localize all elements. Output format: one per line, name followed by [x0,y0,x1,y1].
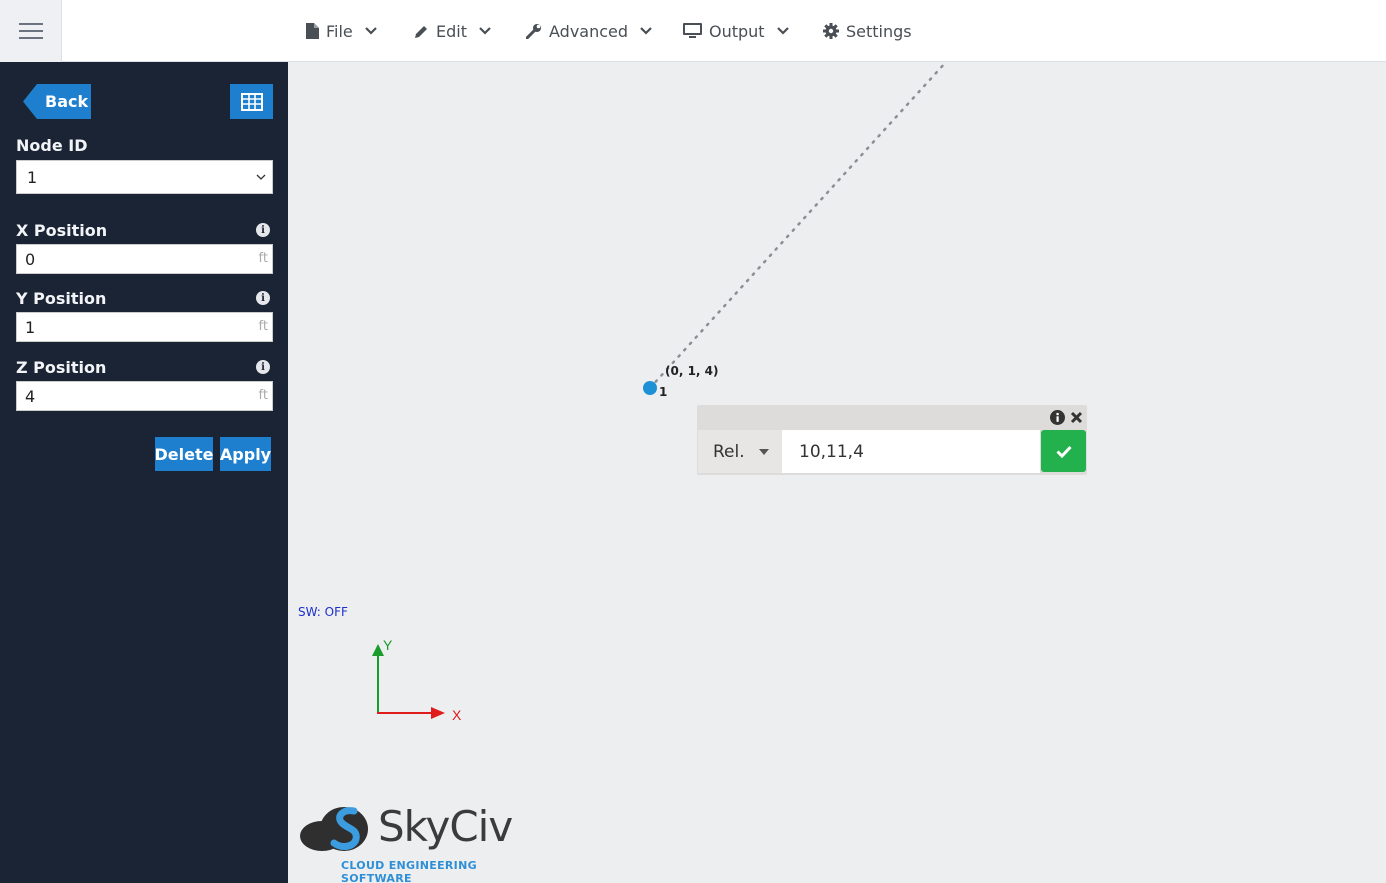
chevron-down-icon [365,27,377,35]
z-position-input[interactable]: 4 ft [16,381,273,411]
advanced-menu[interactable]: Advanced [526,0,652,62]
y-position-label: Y Position [16,289,107,308]
info-icon[interactable]: i [256,223,270,237]
cloud-logo-icon [300,807,368,851]
skyciv-logo: SkyCiv CLOUD ENGINEERING SOFTWARE [298,800,528,883]
coordinate-input-value: 10,11,4 [799,441,864,462]
settings-menu[interactable]: Settings [823,0,912,62]
apply-button[interactable]: Apply [220,437,271,471]
wrench-icon [526,24,541,39]
info-icon[interactable] [1050,410,1065,425]
unit-label: ft [258,251,268,266]
edit-menu-label: Edit [436,21,467,41]
coordinate-input[interactable]: 10,11,4 [782,430,1040,473]
chevron-down-icon [640,27,652,35]
unit-label: ft [258,388,268,403]
y-position-input[interactable]: 1 ft [16,312,273,342]
node-editor-sidebar: Back Node ID 1 X Position i 0 ft Y Posit… [0,62,288,883]
info-icon[interactable]: i [256,360,270,374]
relative-mode-select[interactable]: Rel. [698,430,782,473]
coordinate-entry-popup: Rel. 10,11,4 [697,405,1087,475]
monitor-icon [683,23,702,38]
z-position-label: Z Position [16,358,107,377]
file-menu-label: File [326,21,353,41]
node-id-label: 1 [659,385,668,399]
file-icon [306,23,319,39]
relative-mode-value: Rel. [713,441,745,462]
chevron-down-icon [776,27,789,35]
confirm-button[interactable] [1041,430,1086,472]
node-id-value: 1 [27,167,38,187]
advanced-menu-label: Advanced [549,21,629,41]
top-bar: File Edit Advanced Output Settings [0,0,1386,62]
x-position-value: 0 [25,249,36,269]
info-icon[interactable]: i [256,291,270,305]
logo-name: SkyCiv [378,802,513,851]
checkmark-icon [1055,445,1072,458]
node-id-label: Node ID [16,136,88,155]
logo-tagline: CLOUD ENGINEERING SOFTWARE [341,859,477,883]
node-marker [643,381,657,395]
gear-icon [823,23,839,39]
edit-menu[interactable]: Edit [414,0,491,62]
node-coordinates-label: (0, 1, 4) [665,364,719,378]
output-menu[interactable]: Output [683,0,789,62]
file-menu[interactable]: File [306,0,377,62]
output-menu-label: Output [709,21,765,41]
table-view-button[interactable] [230,84,273,119]
y-axis-label: Y [383,637,393,653]
caret-down-icon [758,448,769,455]
node-id-select[interactable]: 1 [16,160,273,194]
self-weight-status: SW: OFF [298,605,348,619]
z-position-value: 4 [25,386,36,406]
chevron-down-icon [256,174,266,180]
hamburger-menu-icon[interactable] [0,0,62,62]
x-axis-arrow [431,707,445,719]
x-axis-label: X [452,707,462,723]
delete-button[interactable]: Delete [155,437,213,471]
close-icon[interactable] [1070,411,1083,424]
unit-label: ft [258,319,268,334]
x-position-label: X Position [16,221,108,240]
member-preview-line [648,62,948,390]
settings-menu-label: Settings [846,21,912,41]
chevron-down-icon [479,27,491,35]
y-position-value: 1 [25,317,36,337]
pencil-icon [415,25,427,38]
popup-header-icons [1050,410,1083,425]
x-position-input[interactable]: 0 ft [16,244,273,274]
back-button[interactable]: Back [23,84,91,119]
table-icon [240,92,263,111]
